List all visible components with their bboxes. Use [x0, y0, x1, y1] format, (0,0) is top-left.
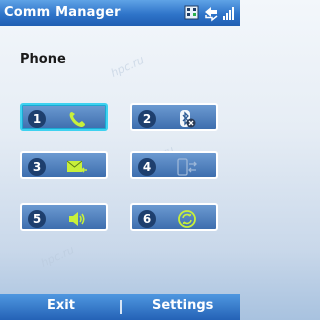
sync-toggle-button[interactable]: 6 [130, 203, 218, 231]
button-number: 2 [138, 110, 156, 128]
button-number: 1 [28, 110, 46, 128]
softkey-bar: Exit Settings [0, 294, 240, 320]
section-label: Phone [20, 52, 66, 67]
button-number: 5 [28, 210, 46, 228]
bluetooth-toggle-button[interactable]: 2 [130, 103, 218, 131]
app-title: Comm Manager [4, 5, 121, 20]
settings-softkey[interactable]: Settings [152, 298, 213, 313]
mail-incoming-icon [66, 160, 87, 173]
bluetooth-off-icon [180, 110, 196, 128]
system-tray [184, 2, 238, 24]
softkey-divider [120, 300, 122, 314]
speaker-icon [69, 212, 85, 226]
button-number: 3 [28, 158, 46, 176]
watermark: hpc.ru [108, 53, 147, 80]
volume-toggle-button[interactable]: 5 [20, 203, 108, 231]
signal-strength-icon[interactable] [222, 4, 238, 22]
phone-icon [69, 112, 85, 127]
connectivity-icon[interactable] [203, 4, 219, 22]
sync-icon [178, 210, 196, 228]
activesync-device-icon [177, 158, 197, 176]
watermark: hpc.ru [38, 243, 77, 270]
activesync-toggle-button[interactable]: 4 [130, 151, 218, 179]
exit-softkey[interactable]: Exit [47, 298, 75, 313]
mail-toggle-button[interactable]: 3 [20, 151, 108, 179]
phone-toggle-button[interactable]: 1 [20, 103, 108, 131]
button-number: 6 [138, 210, 156, 228]
button-number: 4 [138, 158, 156, 176]
network-status-icon[interactable] [184, 4, 200, 22]
title-bar: Comm Manager [0, 0, 240, 26]
